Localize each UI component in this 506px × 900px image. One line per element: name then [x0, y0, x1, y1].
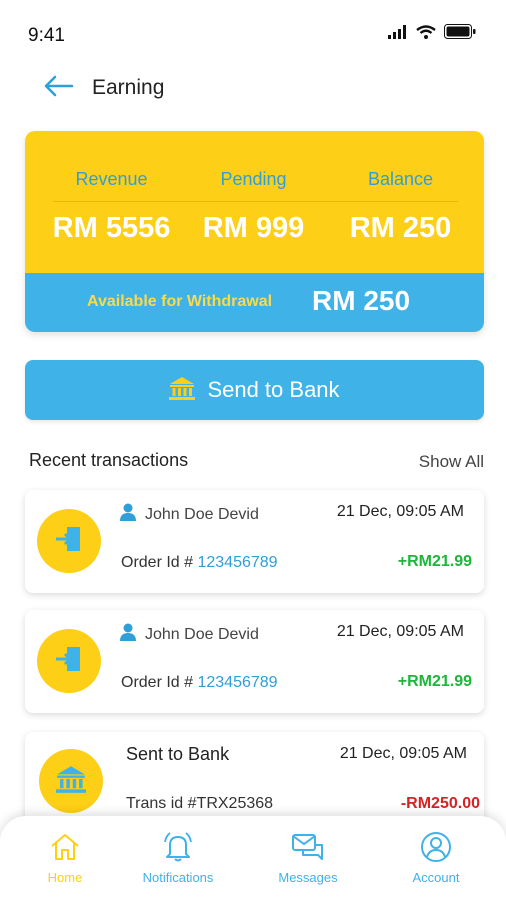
earnings-summary: Revenue RM 5556 Pending RM 999 Balance R… [25, 131, 484, 273]
status-time: 9:41 [28, 25, 65, 46]
arrow-left-icon [42, 74, 74, 103]
order-prefix: Order Id # [121, 674, 198, 691]
user-name: John Doe Devid [145, 625, 259, 643]
show-all-link[interactable]: Show All [419, 452, 484, 472]
home-icon [49, 831, 81, 868]
transaction-date: 21 Dec, 09:05 AM [336, 503, 464, 520]
pending-stat: Pending RM 999 [177, 169, 330, 245]
sign-in-icon [55, 524, 83, 559]
revenue-value: RM 5556 [52, 212, 171, 244]
transaction-title: Sent to Bank [126, 744, 230, 764]
transaction-amount: +RM21.99 [397, 553, 472, 570]
user-icon [120, 503, 136, 526]
balance-stat: Balance RM 250 [324, 169, 477, 245]
transaction-icon-badge [39, 749, 103, 813]
order-line: Order Id # 123456789 [121, 554, 278, 572]
balance-value: RM 250 [349, 212, 452, 244]
send-to-bank-button[interactable]: Send to Bank [25, 360, 484, 420]
withdrawal-value: RM 250 [312, 285, 411, 316]
user-name: John Doe Devid [145, 505, 259, 523]
nav-notifications-label: Notifications [142, 870, 214, 885]
bank-icon [56, 765, 86, 798]
sign-in-icon [55, 644, 83, 679]
nav-home[interactable]: Home [10, 832, 120, 885]
nav-notifications[interactable]: Notifications [123, 830, 233, 885]
nav-account-label: Account [412, 870, 460, 885]
bank-icon [169, 376, 196, 405]
user-icon [120, 623, 136, 646]
divider [53, 201, 458, 202]
revenue-label: Revenue [75, 169, 148, 189]
transaction-card[interactable]: John Doe Devid 21 Dec, 09:05 AM Order Id… [25, 490, 484, 593]
transaction-user: John Doe Devid [120, 623, 259, 646]
transaction-icon-badge [37, 509, 101, 573]
pending-label: Pending [220, 169, 287, 189]
pending-value: RM 999 [202, 212, 305, 244]
withdrawal-label: Available for Withdrawal [87, 293, 273, 310]
revenue-stat: Revenue RM 5556 [35, 169, 188, 245]
nav-messages-label: Messages [278, 870, 338, 885]
battery-icon [444, 24, 476, 44]
order-prefix: Order Id # [121, 554, 198, 571]
balance-label: Balance [367, 169, 434, 189]
transaction-date: 21 Dec, 09:05 AM [336, 623, 464, 640]
messages-icon [291, 831, 325, 868]
order-id: 123456789 [197, 554, 278, 571]
transaction-card[interactable]: John Doe Devid 21 Dec, 09:05 AM Order Id… [25, 610, 484, 713]
nav-messages[interactable]: Messages [253, 832, 363, 885]
back-button[interactable] [40, 72, 76, 104]
nav-home-label: Home [47, 870, 83, 885]
transaction-icon-badge [37, 629, 101, 693]
order-line: Order Id # 123456789 [121, 674, 278, 692]
transaction-date: 21 Dec, 09:05 AM [339, 745, 467, 762]
signal-icon [388, 24, 408, 44]
nav-account[interactable]: Account [381, 831, 491, 885]
send-to-bank-label: Send to Bank [207, 377, 340, 402]
transaction-amount: +RM21.99 [397, 673, 472, 690]
header: Earning [0, 68, 506, 108]
bell-icon [161, 830, 195, 869]
status-bar: 9:41 [0, 0, 506, 60]
trans-id: Trans id #TRX25368 [126, 795, 274, 812]
withdrawal-bar: Available for Withdrawal RM 250 [25, 273, 484, 332]
order-id: 123456789 [197, 674, 278, 691]
page-title: Earning [92, 76, 165, 99]
section-title: Recent transactions [29, 450, 189, 470]
account-icon [420, 831, 452, 868]
status-icons [388, 24, 476, 44]
wifi-icon [416, 24, 436, 44]
transaction-amount: -RM250.00 [400, 795, 480, 812]
transaction-user: John Doe Devid [120, 503, 259, 526]
bottom-nav: Home Notifications Messages Account [0, 816, 506, 900]
earnings-card: Revenue RM 5556 Pending RM 999 Balance R… [25, 131, 484, 332]
